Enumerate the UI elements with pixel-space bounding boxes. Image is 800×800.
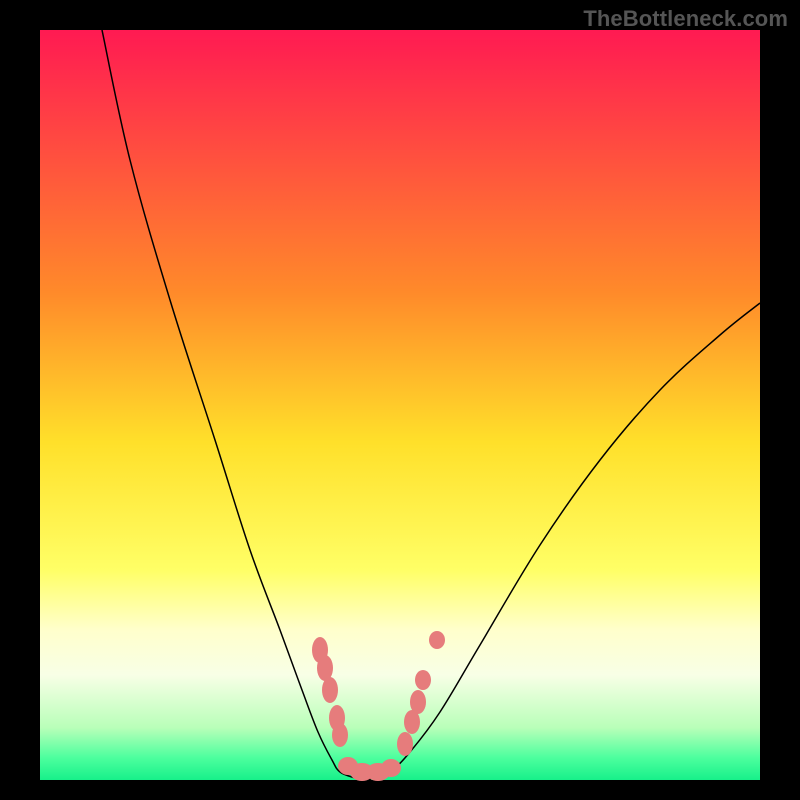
plot-background (40, 30, 760, 780)
marker-dot (332, 723, 348, 747)
marker-dot (415, 670, 431, 690)
marker-dot (322, 677, 338, 703)
watermark-text: TheBottleneck.com (583, 6, 788, 32)
marker-dot (410, 690, 426, 714)
chart-stage: TheBottleneck.com (0, 0, 800, 800)
marker-dot (429, 631, 445, 649)
chart-svg (0, 0, 800, 800)
marker-dot (397, 732, 413, 756)
marker-dot (381, 759, 401, 777)
